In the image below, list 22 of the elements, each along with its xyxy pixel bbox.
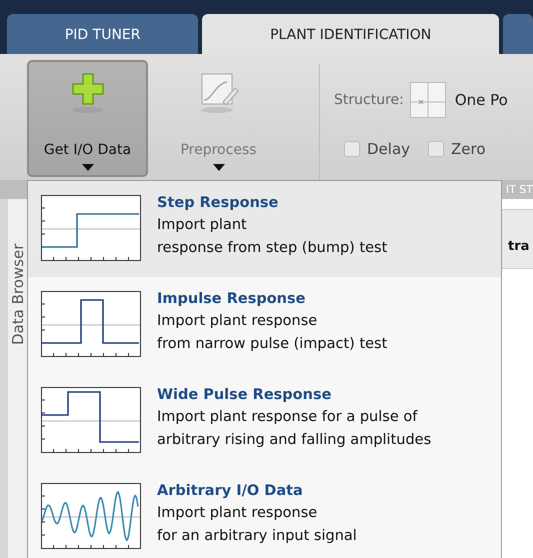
- caret-icon: [82, 164, 94, 171]
- pole-zero-plot-icon: [410, 82, 446, 118]
- menu-item[interactable]: Arbitrary I/O Data Import plant response for an arbitrary input signal: [28, 469, 501, 558]
- tab[interactable]: [503, 14, 533, 54]
- arbitrary-plot-icon: [41, 483, 141, 549]
- menu-item[interactable]: Impulse Response Import plant response from narrow pulse (impact) test: [28, 277, 501, 373]
- menu-item[interactable]: Wide Pulse Response Import plant response for a pulse of arbitrary rising and falling amplitudes: [28, 373, 501, 469]
- checkbox[interactable]: Delay: [344, 140, 410, 158]
- tab[interactable]: PLANT IDENTIFICATION: [202, 14, 499, 54]
- step-plot-icon: [41, 195, 141, 261]
- column-header: tra: [508, 239, 530, 254]
- get-data-button[interactable]: Get I/O Data: [27, 60, 148, 177]
- structure-dropdown[interactable]: One Po: [410, 82, 508, 118]
- menu-item[interactable]: Step Response Import plant response from step (bump) test: [28, 181, 501, 277]
- checkbox[interactable]: Zero: [428, 140, 486, 158]
- tab[interactable]: PID TUNER: [7, 14, 198, 54]
- section-label: IT ST: [506, 183, 533, 196]
- wide-pulse-plot-icon: [41, 387, 141, 453]
- plus-icon: [70, 72, 106, 116]
- impulse-plot-icon: [41, 291, 141, 357]
- structure-label: Structure:: [334, 92, 404, 108]
- caret-icon: [212, 164, 224, 171]
